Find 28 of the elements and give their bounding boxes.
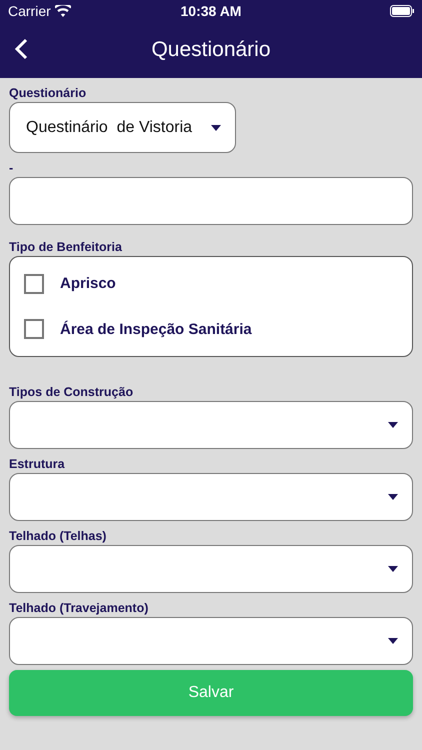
dropdown-caret-icon xyxy=(388,494,398,500)
carrier-label: Carrier xyxy=(8,3,51,19)
dropdown-caret-icon xyxy=(388,638,398,644)
input-field[interactable] xyxy=(9,177,413,225)
battery-icon xyxy=(390,5,414,17)
wifi-icon xyxy=(54,5,71,17)
dropdown-caret-icon xyxy=(211,124,221,130)
screen-title: Questionário xyxy=(151,38,271,62)
chevron-left-icon xyxy=(14,38,28,60)
checkbox-label: Área de Inspeção Sanitária xyxy=(60,320,252,338)
checkbox[interactable] xyxy=(24,274,44,294)
field-label: Telhado (Travejamento) xyxy=(9,601,150,615)
dropdown-caret-icon xyxy=(388,422,398,428)
questionnaire-dropdown[interactable]: Questinário de Vistoria xyxy=(9,102,236,153)
field-label: - xyxy=(9,161,14,175)
field-label: Estrutura xyxy=(9,457,66,471)
clock: 10:38 AM xyxy=(180,3,242,19)
dropdown[interactable] xyxy=(9,473,413,521)
field-label: Tipo de Benfeitoria xyxy=(9,240,123,254)
field-label: Telhado (Telhas) xyxy=(9,529,108,543)
field-label: Tipos de Construção xyxy=(9,385,134,399)
dropdown[interactable] xyxy=(9,401,413,449)
checkbox-label: Aprisco xyxy=(60,275,116,292)
dropdown[interactable] xyxy=(9,617,413,665)
checkbox[interactable] xyxy=(24,319,44,340)
field-label: Questionário xyxy=(9,86,88,100)
dropdown[interactable] xyxy=(9,545,413,593)
dropdown-caret-icon xyxy=(388,566,398,572)
